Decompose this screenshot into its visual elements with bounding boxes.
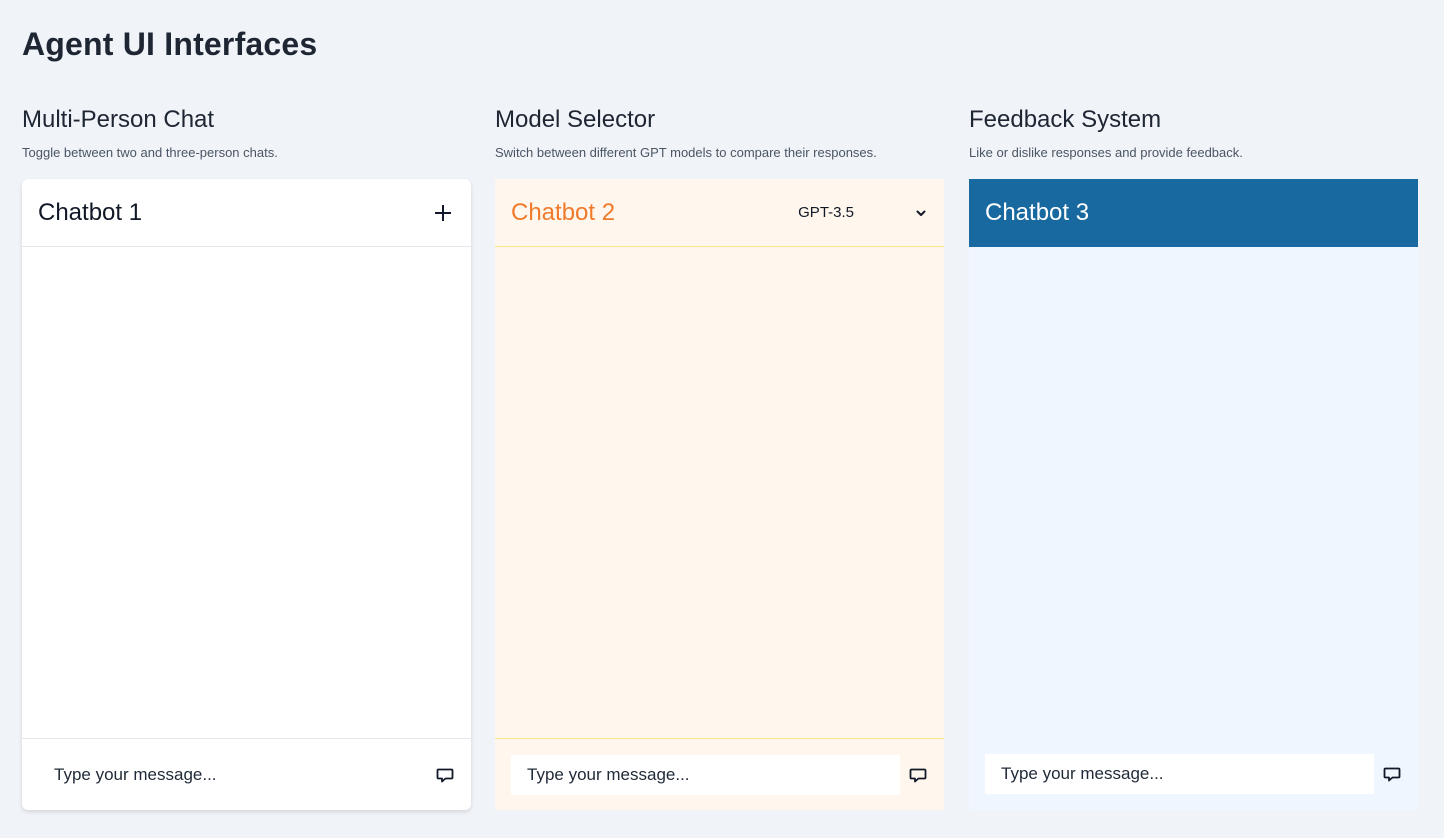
chat-panel-chatbot-2: Chatbot 2 GPT-3.5 xyxy=(495,179,944,810)
chat-input-bar xyxy=(969,738,1418,810)
message-icon[interactable] xyxy=(908,765,928,785)
section-title: Multi-Person Chat xyxy=(22,106,215,133)
page-title: Agent UI Interfaces xyxy=(22,26,318,62)
chat-panel-chatbot-3: Chatbot 3 xyxy=(969,179,1418,810)
chatbot-name: Chatbot 1 xyxy=(38,198,143,226)
chat-input-bar xyxy=(22,738,471,810)
chat-input-bar xyxy=(495,738,944,810)
message-icon[interactable] xyxy=(1382,764,1402,784)
section-title: Feedback System xyxy=(969,106,1162,133)
add-participant-button[interactable] xyxy=(433,202,455,224)
message-input[interactable] xyxy=(985,754,1374,794)
message-input[interactable] xyxy=(511,754,900,795)
section-description: Like or dislike responses and provide fe… xyxy=(969,145,1243,160)
chat-header: Chatbot 2 GPT-3.5 xyxy=(495,179,944,247)
chat-panel-chatbot-1: Chatbot 1 xyxy=(22,179,471,810)
chat-header: Chatbot 1 xyxy=(22,179,471,247)
section-description: Switch between different GPT models to c… xyxy=(495,145,877,160)
section-title: Model Selector xyxy=(495,106,656,133)
chatbot-name: Chatbot 2 xyxy=(511,198,616,226)
section-feedback-system: Feedback System Like or dislike response… xyxy=(969,104,1418,810)
chevron-down-icon xyxy=(916,210,926,216)
section-description: Toggle between two and three-person chat… xyxy=(22,145,278,160)
model-select-value: GPT-3.5 xyxy=(798,204,854,221)
message-input[interactable] xyxy=(38,754,427,795)
section-multi-person-chat: Multi-Person Chat Toggle between two and… xyxy=(22,104,471,810)
section-model-selector: Model Selector Switch between different … xyxy=(495,104,944,810)
chatbot-name: Chatbot 3 xyxy=(985,199,1090,226)
message-icon[interactable] xyxy=(435,765,455,785)
chat-header: Chatbot 3 xyxy=(969,179,1418,247)
model-select[interactable]: GPT-3.5 xyxy=(798,204,928,221)
